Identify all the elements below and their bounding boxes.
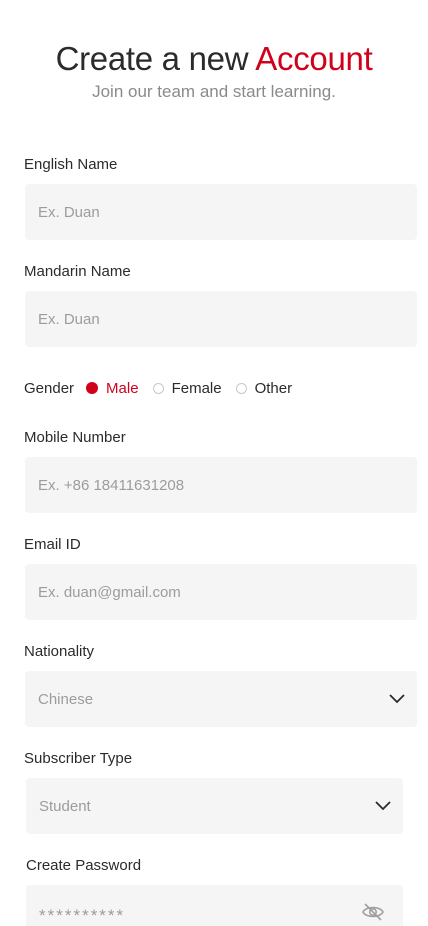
radio-unselected-icon — [235, 382, 247, 394]
create-password-label: Create Password — [26, 857, 142, 874]
english-name-label: English Name — [24, 156, 118, 173]
nationality-value: Chinese — [38, 690, 94, 708]
page-header: Create a new Account Join our team and s… — [0, 38, 428, 104]
gender-option-female[interactable]: Female — [152, 379, 222, 397]
mandarin-name-input[interactable] — [38, 310, 417, 328]
english-name-field-container — [25, 184, 417, 240]
mobile-number-input[interactable] — [38, 476, 417, 494]
page-subtitle: Join our team and start learning. — [92, 82, 336, 101]
gender-option-label: Female — [171, 379, 222, 397]
chevron-down-icon — [363, 778, 403, 834]
gender-option-other[interactable]: Other — [235, 379, 293, 397]
password-field-container[interactable]: ********** — [26, 885, 403, 926]
password-value: ********** — [39, 906, 126, 925]
gender-label: Gender — [24, 379, 75, 397]
nationality-select[interactable]: Chinese — [25, 671, 417, 727]
gender-radio-group: Gender Male Female Other — [24, 376, 306, 400]
email-input[interactable] — [38, 583, 417, 601]
nationality-label: Nationality — [24, 643, 95, 660]
mobile-number-label: Mobile Number — [24, 429, 126, 446]
gender-option-label: Other — [254, 379, 293, 397]
gender-option-male[interactable]: Male — [86, 380, 139, 397]
radio-unselected-icon — [152, 382, 164, 394]
eye-off-icon[interactable] — [361, 902, 385, 926]
title-prefix: Create a new — [55, 40, 256, 77]
email-field-container — [25, 564, 417, 620]
subscriber-type-label: Subscriber Type — [24, 750, 133, 767]
mobile-number-field-container — [25, 457, 417, 513]
gender-option-label: Male — [106, 379, 139, 397]
page-title: Create a new Account — [0, 38, 428, 80]
subscriber-type-value: Student — [39, 797, 91, 815]
mandarin-name-field-container — [25, 291, 417, 347]
chevron-down-icon — [377, 671, 417, 727]
email-label: Email ID — [24, 536, 81, 553]
subscriber-type-select[interactable]: Student — [26, 778, 403, 834]
title-accent: Account — [255, 40, 373, 77]
radio-selected-icon — [86, 382, 99, 394]
mandarin-name-label: Mandarin Name — [24, 263, 131, 280]
english-name-input[interactable] — [38, 203, 417, 221]
